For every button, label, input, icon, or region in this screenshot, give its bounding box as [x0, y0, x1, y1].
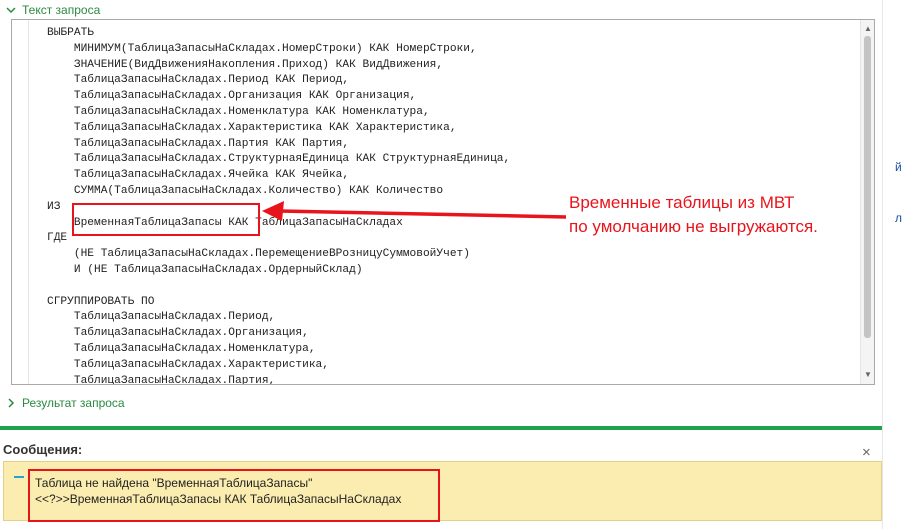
code-line: ТаблицаЗапасыНаСкладах.Период,	[47, 311, 276, 324]
chevron-down-icon	[6, 7, 16, 14]
right-side-panel: й л	[882, 0, 902, 529]
code-line: ТаблицаЗапасыНаСкладах.Ячейка КАК Ячейка…	[47, 169, 350, 182]
code-line: ТаблицаЗапасыНаСкладах.Партия КАК Партия…	[47, 137, 350, 150]
code-line: ТаблицаЗапасыНаСкладах.Характеристика,	[47, 358, 329, 371]
code-line: ТаблицаЗапасыНаСкладах.Номенклатура КАК …	[47, 105, 430, 118]
code-line: ВЫБРАТЬ	[47, 27, 94, 39]
annotation-line-1: Временные таблицы из МВТ	[569, 193, 795, 212]
temp-table-highlight	[72, 203, 260, 236]
annotation-arrow-icon	[262, 201, 567, 221]
code-line: И (НЕ ТаблицаЗапасыНаСкладах.ОрдерныйСкл…	[47, 263, 363, 276]
right-edge-text-1: й	[895, 160, 902, 174]
code-line: ТаблицаЗапасыНаСкладах.Период КАК Период…	[47, 74, 350, 87]
code-line: ТаблицаЗапасыНаСкладах.Организация КАК О…	[47, 90, 417, 103]
code-line: ТаблицаЗапасыНаСкладах.Организация,	[47, 327, 309, 340]
message-collapse-icon[interactable]	[14, 476, 24, 478]
annotation-text: Временные таблицы из МВТ по умолчанию не…	[569, 191, 869, 239]
query-text-title: Текст запроса	[22, 3, 101, 17]
close-icon[interactable]: ×	[862, 444, 871, 461]
query-text-toggle[interactable]: Текст запроса	[6, 3, 100, 17]
message-highlight	[28, 469, 440, 522]
chevron-right-icon	[8, 398, 15, 408]
code-line: ЗНАЧЕНИЕ(ВидДвиженияНакопления.Приход) К…	[47, 58, 444, 71]
code-line: (НЕ ТаблицаЗапасыНаСкладах.ПеремещениеВР…	[47, 248, 470, 261]
query-result-title: Результат запроса	[22, 396, 125, 410]
code-line: ТаблицаЗапасыНаСкладах.Характеристика КА…	[47, 121, 457, 134]
messages-title: Сообщения:	[3, 442, 83, 457]
annotation-line-2: по умолчанию не выгружаются.	[569, 217, 818, 236]
editor-gutter	[12, 20, 29, 384]
code-line: ТаблицаЗапасыНаСкладах.СтруктурнаяЕдиниц…	[47, 153, 511, 166]
right-edge-text-2: л	[895, 211, 902, 225]
code-line: ТаблицаЗапасыНаСкладах.Партия,	[47, 374, 276, 385]
code-line: СГРУППИРОВАТЬ ПО	[47, 295, 155, 308]
scroll-thumb[interactable]	[864, 36, 871, 338]
scroll-down-icon[interactable]: ▼	[861, 368, 874, 382]
scroll-up-icon[interactable]: ▲	[861, 22, 874, 36]
panel-divider[interactable]	[0, 426, 882, 430]
code-line: ТаблицаЗапасыНаСкладах.Номенклатура,	[47, 342, 316, 355]
code-line: МИНИМУМ(ТаблицаЗапасыНаСкладах.НомерСтро…	[47, 42, 477, 55]
query-result-toggle[interactable]: Результат запроса	[6, 396, 125, 410]
